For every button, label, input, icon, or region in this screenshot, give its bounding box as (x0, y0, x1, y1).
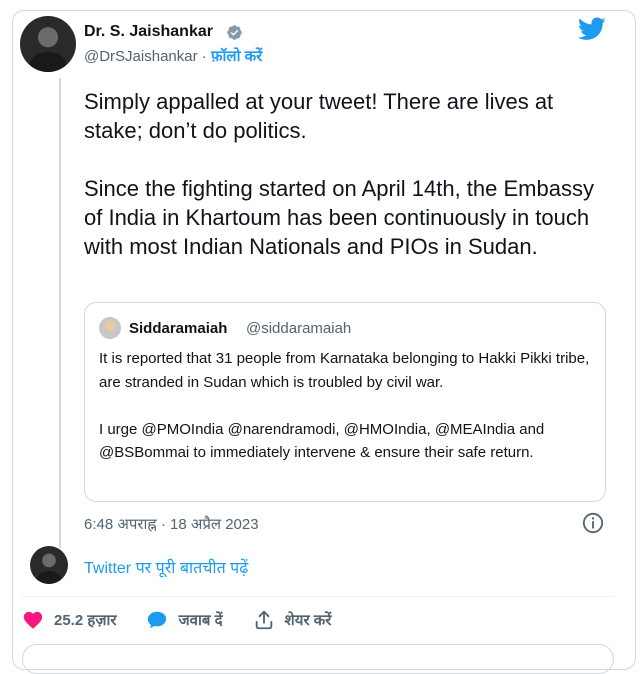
quoted-tweet-text: It is reported that 31 people from Karna… (99, 350, 590, 461)
action-divider (22, 596, 614, 597)
handle-separator: · (201, 48, 207, 65)
info-icon[interactable] (582, 512, 604, 534)
author-handle-line: @DrSJaishankar · फ़ॉलो करें (84, 46, 262, 66)
follow-link[interactable]: फ़ॉलो करें (211, 48, 262, 65)
conversation-avatar[interactable] (30, 546, 68, 584)
read-conversation-link[interactable]: Twitter पर पूरी बातचीत पढ़ें (84, 556, 248, 578)
share-button[interactable]: शेयर करें (253, 609, 332, 631)
quoted-author-avatar[interactable] (99, 317, 121, 339)
tweet-text: Simply appalled at your tweet! There are… (84, 89, 594, 259)
author-handle[interactable]: @DrSJaishankar (84, 48, 198, 65)
tweet-timestamp[interactable]: 6:48 अपराह्न · 18 अप्रैल 2023 (84, 514, 259, 534)
author-name[interactable]: Dr. S. Jaishankar (84, 23, 213, 41)
reply-button[interactable]: जवाब दें (146, 609, 223, 631)
share-label: शेयर करें (284, 612, 332, 629)
twitter-bird-icon[interactable] (578, 17, 606, 41)
action-bar: 25.2 हज़ार जवाब दें शेयर करें (22, 606, 361, 634)
author-avatar[interactable] (20, 16, 76, 72)
quoted-author-name[interactable]: Siddaramaiah (129, 320, 227, 337)
verified-badge-icon (227, 25, 242, 40)
thread-line (59, 78, 61, 548)
share-upload-icon (255, 610, 272, 630)
speech-bubble-icon (148, 611, 167, 629)
like-button[interactable]: 25.2 हज़ार (22, 609, 116, 631)
reply-label: जवाब दें (178, 612, 223, 629)
quoted-author-handle[interactable]: @siddaramaiah (246, 320, 351, 337)
heart-icon (23, 611, 43, 629)
read-replies-button[interactable] (22, 644, 614, 674)
like-count: 25.2 हज़ार (54, 612, 117, 629)
quoted-tweet[interactable]: Siddaramaiah @siddaramaiah It is reporte… (84, 302, 606, 502)
